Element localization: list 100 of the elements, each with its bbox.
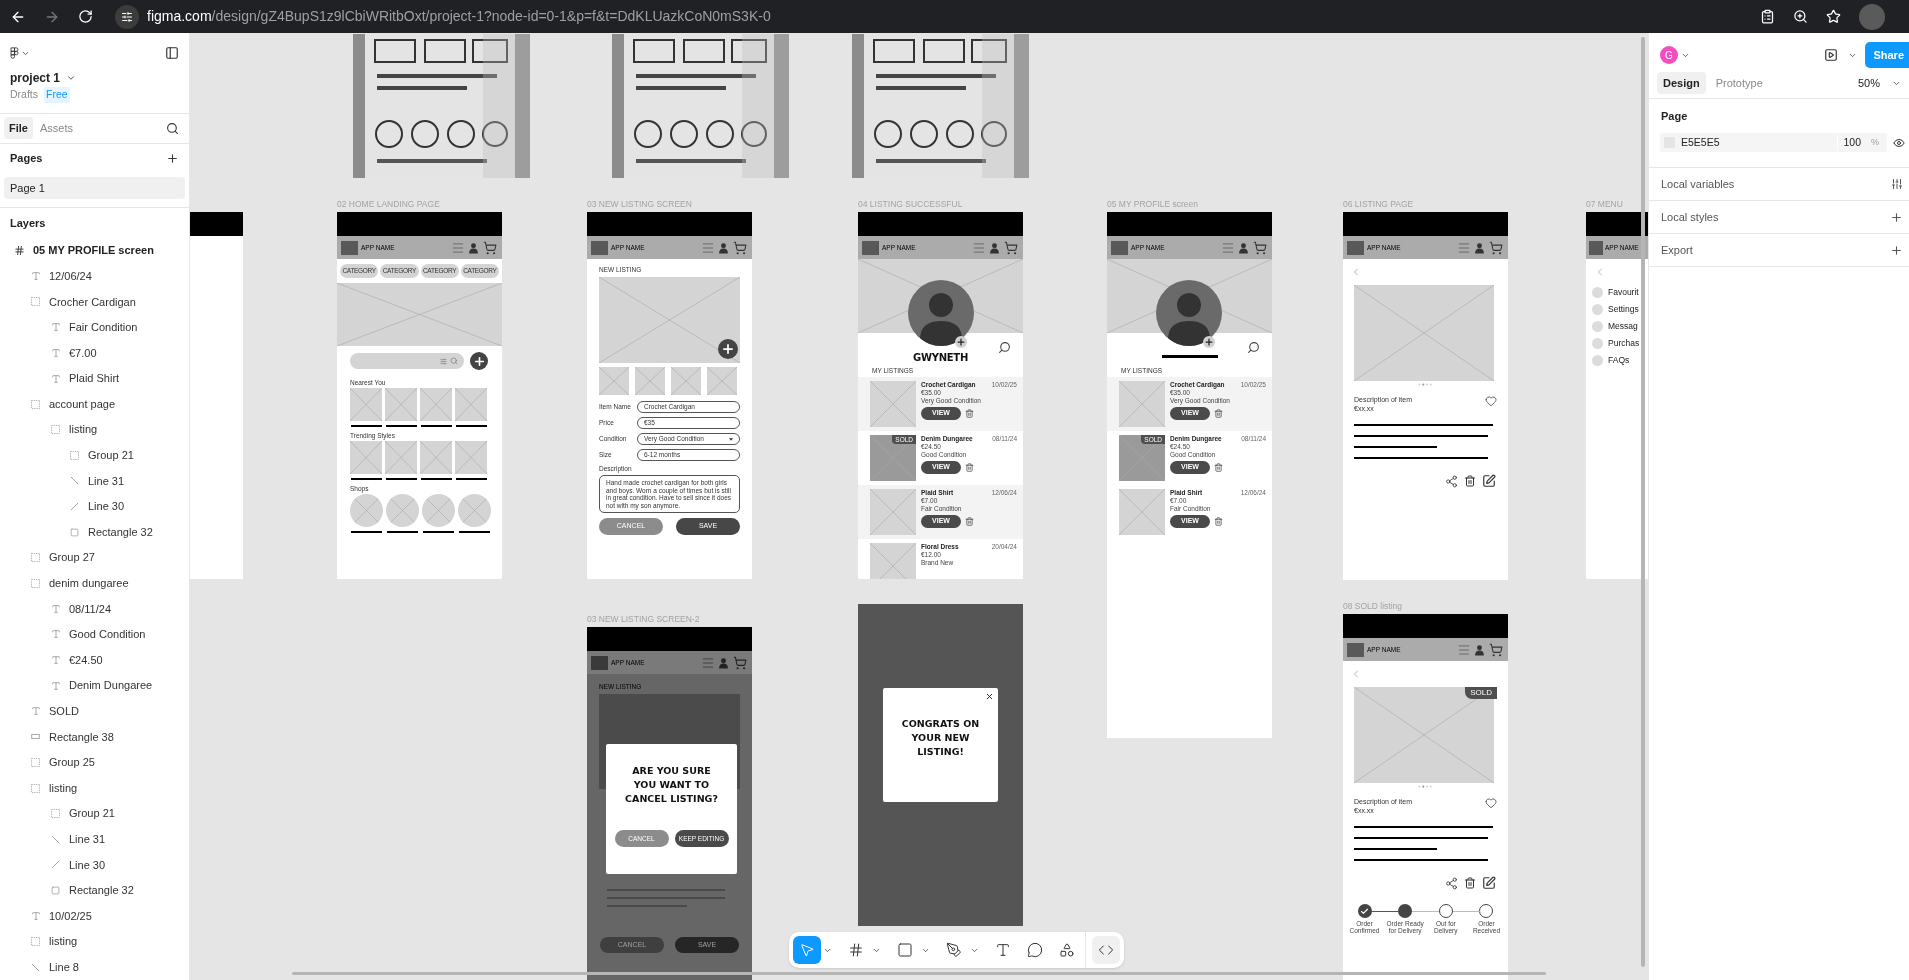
person-icon[interactable] (1474, 241, 1485, 254)
rectangle-icon (70, 527, 79, 537)
person-icon[interactable] (468, 241, 479, 254)
color-field[interactable]: E5E5E5 100 % (1660, 133, 1887, 152)
layer-item[interactable]: Group 21 (0, 442, 189, 469)
cart-icon[interactable] (1488, 240, 1504, 255)
project-menu[interactable]: project 1 (10, 70, 179, 86)
layer-item[interactable]: denim dungaree (0, 570, 189, 597)
layer-item[interactable]: listing (0, 416, 189, 443)
menu-item[interactable]: Favourit (1592, 285, 1648, 299)
layer-item[interactable]: Group 21 (0, 800, 189, 827)
layer-item[interactable]: Plaid Shirt (0, 365, 189, 392)
add-icon[interactable] (1890, 243, 1903, 257)
panel-tab[interactable]: File (4, 117, 33, 140)
layer-item[interactable]: Line 31 (0, 468, 189, 494)
layer-item[interactable]: Group 27 (0, 544, 189, 571)
sidebar-toggle-icon[interactable] (165, 46, 179, 60)
layer-item[interactable]: 08/11/24 (0, 596, 189, 622)
group-icon (51, 809, 60, 819)
logo-placeholder (1347, 642, 1364, 657)
zoom-level[interactable]: 50% (1857, 74, 1880, 92)
layer-item[interactable]: 12/06/24 (0, 263, 189, 289)
panel-tab[interactable]: Prototype (1709, 72, 1769, 94)
layer-item[interactable]: Line 30 (0, 852, 189, 878)
visibility-icon[interactable] (1893, 136, 1905, 149)
layer-item[interactable]: 10/02/25 (0, 903, 189, 929)
person-icon[interactable] (1474, 643, 1485, 656)
address-bar[interactable]: figma.com/design/gZ4BupS1z9lCbiWRitbOxt/project-1?node-id=0-1&p=f&t=DdKLUazkCoN0mS3K-0 (111, 3, 1742, 30)
edit-icon[interactable] (1482, 474, 1496, 488)
layer-item[interactable]: listing (0, 775, 189, 801)
layer-item[interactable]: Denim Dungaree (0, 672, 189, 699)
layer-item[interactable]: Fair Condition (0, 314, 189, 341)
layer-item[interactable]: account page (0, 391, 189, 417)
close-icon[interactable] (985, 692, 994, 701)
layer-item[interactable]: Crocher Cardigan (0, 288, 189, 315)
layer-item[interactable]: 05 MY PROFILE screen (0, 237, 189, 264)
cart-icon[interactable] (482, 240, 498, 255)
add-page-icon[interactable] (166, 151, 179, 165)
image-placeholder (350, 441, 382, 474)
cart-icon[interactable] (1252, 240, 1268, 255)
person-icon[interactable] (989, 241, 1000, 254)
layer-item[interactable]: listing (0, 928, 189, 955)
section-title[interactable]: Local styles (1661, 208, 1719, 226)
plus-icon (472, 354, 486, 368)
layer-item[interactable]: Line 8 (0, 954, 189, 980)
line-icon (31, 962, 40, 972)
menu-item[interactable]: Purchas (1592, 336, 1648, 350)
share-icon[interactable] (1445, 876, 1458, 890)
status-bar (1586, 212, 1648, 236)
add-photo-button[interactable] (1203, 336, 1215, 348)
present-icon[interactable] (1824, 48, 1839, 62)
section-title[interactable]: Export (1661, 241, 1693, 259)
layer-item[interactable]: Line 31 (0, 826, 189, 853)
layer-item[interactable]: Rectangle 38 (0, 724, 189, 750)
share-icon[interactable] (1445, 474, 1458, 488)
panel-tab[interactable]: Design (1657, 72, 1706, 94)
cart-icon[interactable] (1003, 240, 1019, 255)
person-icon[interactable] (718, 241, 729, 254)
group-icon (31, 783, 40, 793)
heart-icon[interactable] (1485, 797, 1497, 809)
site-info-icon[interactable] (115, 4, 139, 29)
bookmark-icon[interactable] (1826, 9, 1841, 24)
trash-icon[interactable] (1464, 475, 1476, 487)
cart-icon[interactable] (732, 655, 748, 670)
cart-icon[interactable] (1488, 642, 1504, 657)
trash-icon[interactable] (1464, 877, 1476, 889)
layer-item[interactable]: Group 25 (0, 749, 189, 776)
line-icon (51, 860, 60, 870)
clipboard-icon[interactable] (1760, 9, 1775, 24)
layer-item[interactable]: SOLD (0, 698, 189, 725)
layer-item[interactable]: Good Condition (0, 621, 189, 648)
search-icon[interactable] (1247, 341, 1260, 354)
layer-item[interactable]: €24.50 (0, 647, 189, 673)
reload-icon[interactable] (78, 9, 93, 24)
search-icon[interactable] (998, 341, 1011, 354)
menu-item[interactable]: Messag (1592, 319, 1648, 333)
line-icon (51, 834, 60, 844)
heart-icon[interactable] (1485, 395, 1497, 407)
zoom-icon[interactable] (1793, 9, 1808, 24)
layer-item[interactable]: €7.00 (0, 340, 189, 366)
page-item[interactable]: Page 1 (4, 176, 185, 199)
menu-item[interactable]: Settings (1592, 302, 1648, 316)
main-menu-button[interactable] (10, 46, 30, 60)
search-icon[interactable] (166, 121, 179, 135)
layer-item[interactable]: Line 30 (0, 493, 189, 520)
edit-icon[interactable] (1482, 876, 1496, 890)
add-button[interactable] (470, 352, 488, 370)
cart-icon[interactable] (732, 240, 748, 255)
add-icon[interactable] (1890, 210, 1903, 224)
person-icon[interactable] (718, 656, 729, 669)
section-title[interactable]: Local variables (1661, 175, 1735, 193)
person-icon[interactable] (1238, 241, 1249, 254)
line-icon (70, 476, 79, 486)
layer-item[interactable]: Rectangle 32 (0, 519, 189, 545)
drafts-link[interactable]: Drafts (10, 87, 38, 103)
panel-tab[interactable]: Assets (34, 117, 78, 140)
menu-item[interactable]: FAQs (1592, 353, 1648, 367)
add-photo-button[interactable] (955, 336, 967, 348)
variables-icon[interactable] (1891, 178, 1903, 190)
layer-item[interactable]: Rectangle 32 (0, 877, 189, 904)
